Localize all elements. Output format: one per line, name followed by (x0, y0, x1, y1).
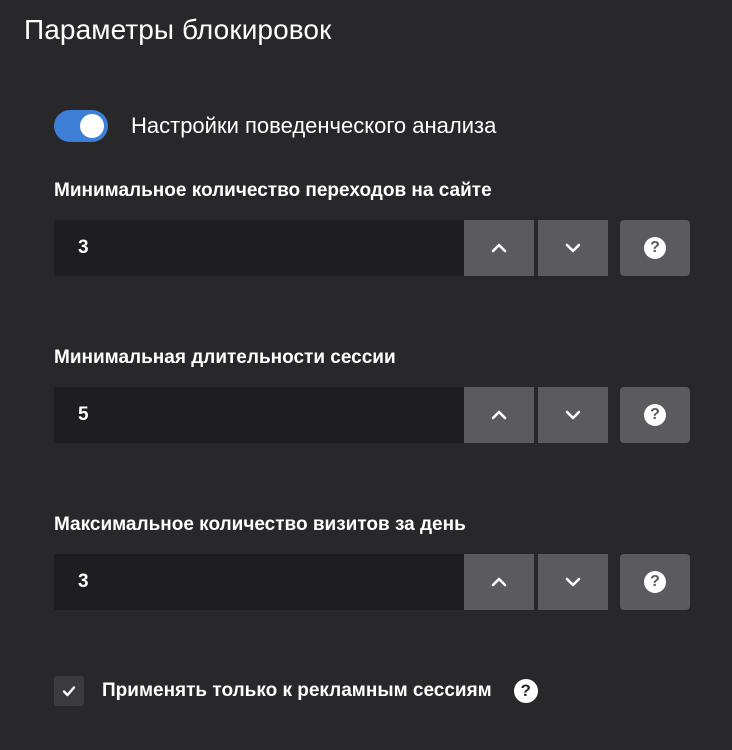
min-session-duration-row: ? (54, 387, 690, 443)
max-visits-per-day-increment-button[interactable] (464, 554, 534, 610)
toggle-knob (80, 114, 104, 138)
chevron-up-icon (491, 243, 507, 253)
chevron-down-icon (565, 410, 581, 420)
page-title: Параметры блокировок (24, 14, 332, 45)
min-transitions-label: Минимальное количество переходов на сайт… (54, 180, 492, 201)
chevron-down-icon (565, 243, 581, 253)
chevron-up-icon (491, 577, 507, 587)
behavior-analysis-label: Настройки поведенческого анализа (131, 113, 497, 138)
min-session-duration-increment-button[interactable] (464, 387, 534, 443)
ads-only-label: Применять только к рекламным сессиям (102, 680, 492, 701)
checkmark-icon (62, 686, 76, 697)
min-session-duration-help-button[interactable]: ? (620, 387, 690, 443)
ads-only-checkbox[interactable] (54, 676, 84, 706)
help-icon: ? (644, 571, 666, 593)
behavior-analysis-toggle[interactable] (54, 110, 108, 142)
ads-only-help-icon[interactable]: ? (513, 679, 538, 703)
ads-only-row: Применять только к рекламным сессиям ? (54, 676, 538, 706)
min-transitions-row: ? (54, 220, 690, 276)
min-transitions-increment-button[interactable] (464, 220, 534, 276)
help-icon: ? (644, 237, 666, 259)
min-session-duration-decrement-button[interactable] (538, 387, 608, 443)
min-session-duration-label: Минимальная длительности сессии (54, 347, 396, 368)
max-visits-per-day-decrement-button[interactable] (538, 554, 608, 610)
help-icon: ? (644, 404, 666, 426)
min-transitions-help-button[interactable]: ? (620, 220, 690, 276)
chevron-down-icon (565, 577, 581, 587)
max-visits-per-day-help-button[interactable]: ? (620, 554, 690, 610)
min-transitions-decrement-button[interactable] (538, 220, 608, 276)
max-visits-per-day-row: ? (54, 554, 690, 610)
min-transitions-input[interactable] (54, 220, 464, 276)
max-visits-per-day-input[interactable] (54, 554, 464, 610)
behavior-analysis-toggle-row: Настройки поведенческого анализа (54, 110, 496, 142)
max-visits-per-day-label: Максимальное количество визитов за день (54, 514, 466, 535)
min-session-duration-input[interactable] (54, 387, 464, 443)
chevron-up-icon (491, 410, 507, 420)
